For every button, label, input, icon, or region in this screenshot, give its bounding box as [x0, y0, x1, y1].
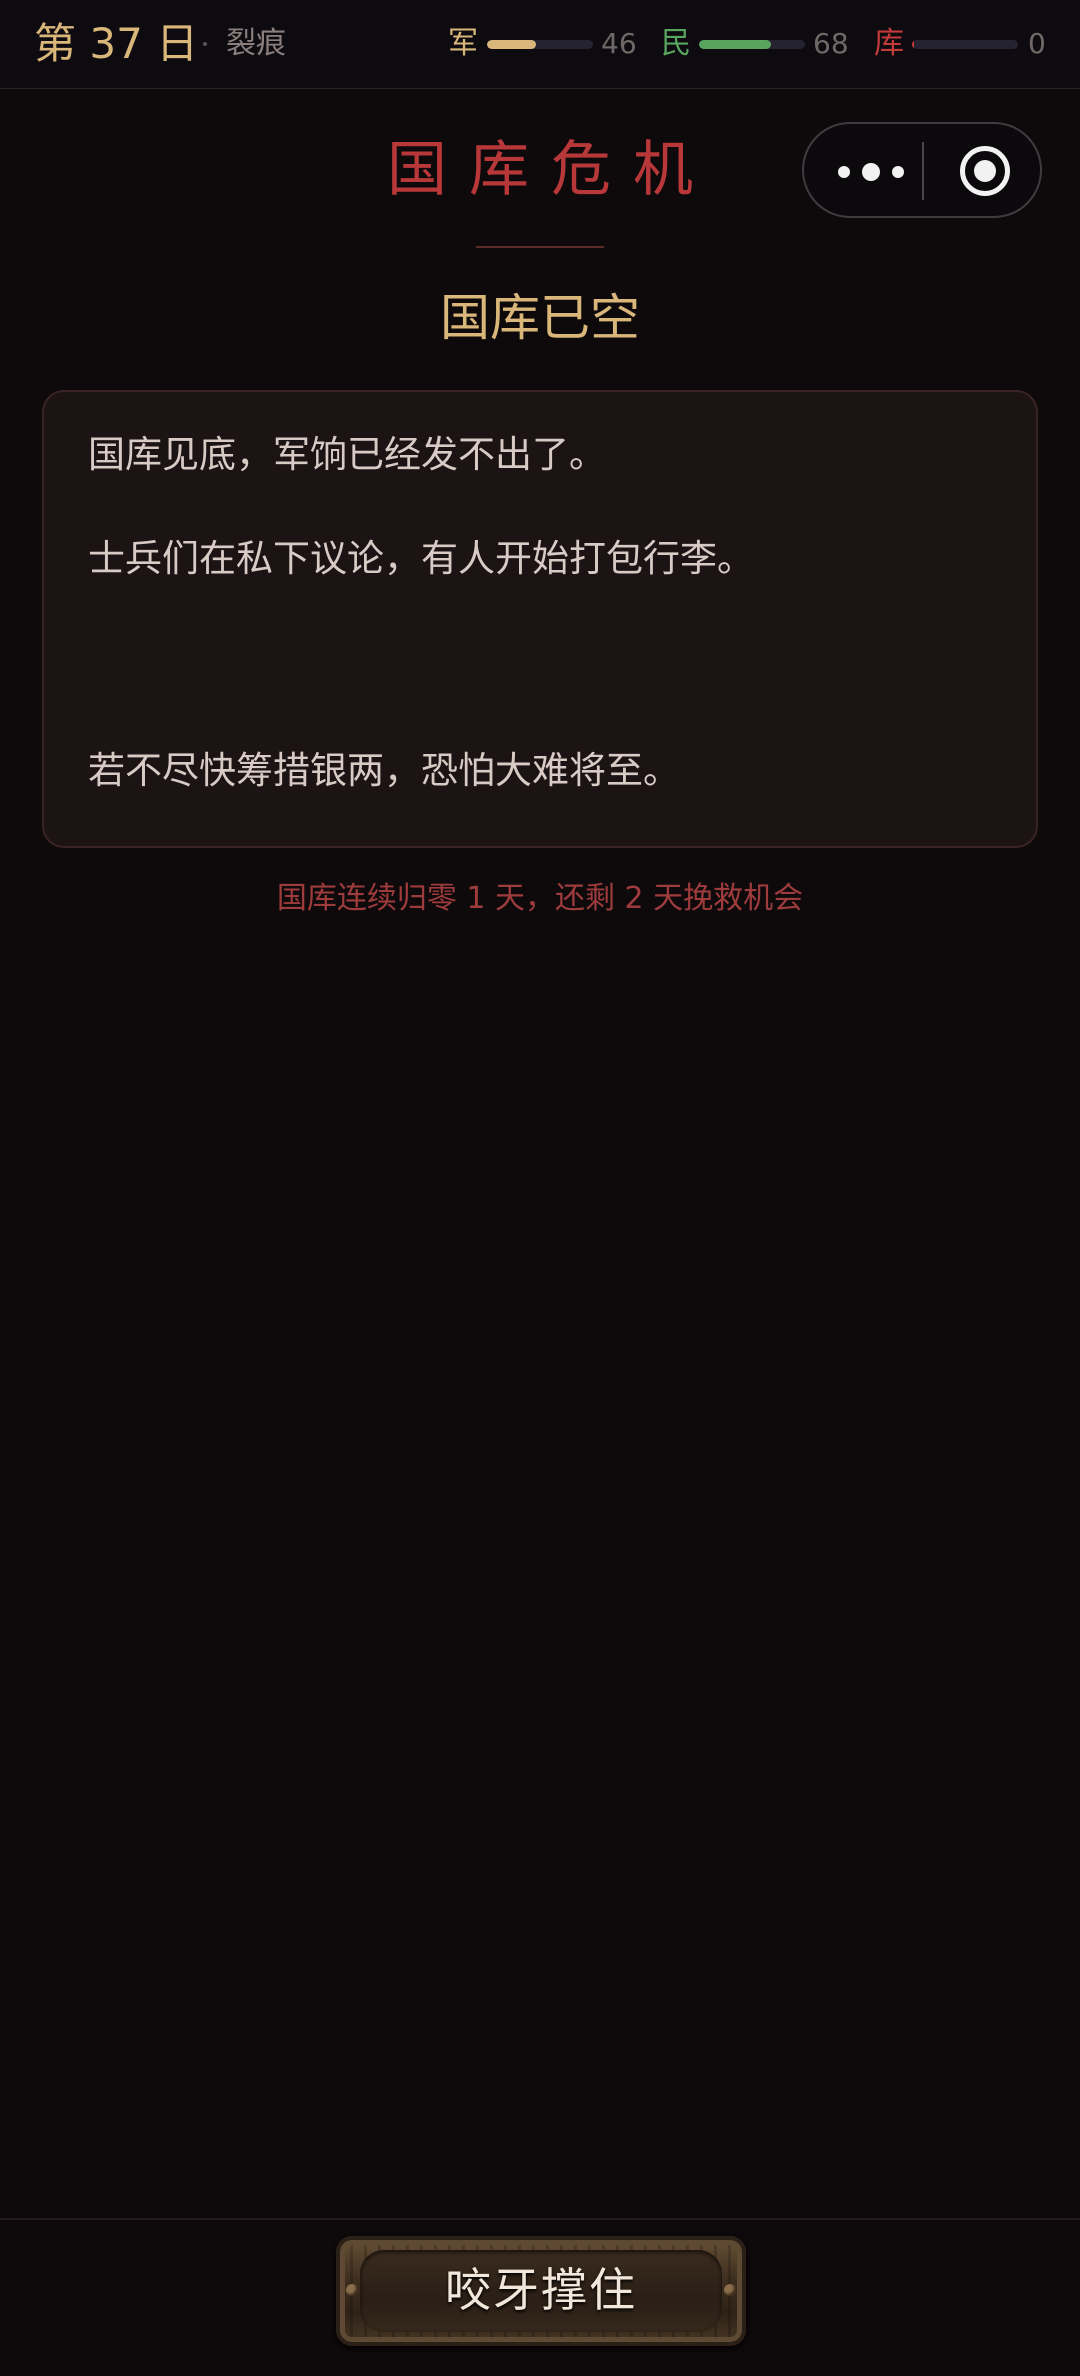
stat-army-bar [487, 40, 593, 49]
event-paragraph: 国库见底，军饷已经发不出了。 [88, 433, 606, 476]
event-paragraph: 若不尽快筹措银两，恐怕大难将至。 [88, 749, 680, 792]
endure-button[interactable]: 咬牙撑住 [336, 2236, 746, 2346]
stat-army-value: 46 [601, 27, 637, 60]
stat-treasury-value: 0 [1028, 27, 1046, 60]
stat-people-bar [699, 40, 805, 49]
stat-people-fill [699, 40, 772, 49]
event-subtitle: 国库已空 [440, 289, 640, 347]
phase-label: 裂痕 [226, 26, 286, 61]
stat-people-value: 68 [813, 27, 849, 60]
bottom-divider [0, 2218, 1080, 2220]
endure-button-label: 咬牙撑住 [445, 2263, 637, 2317]
more-icon[interactable] [838, 152, 904, 192]
capsule-divider [922, 142, 924, 200]
status-bar: 第 37 日 裂痕 军 46 民 68 库 0 [0, 0, 1080, 89]
mini-program-capsule [802, 122, 1042, 218]
stat-treasury-label: 库 [874, 26, 904, 61]
countdown-notice: 国库连续归零 1 天，还剩 2 天挽救机会 [276, 881, 804, 916]
title-divider [476, 246, 604, 248]
separator-dot [203, 42, 207, 46]
stat-treasury-fill [912, 40, 915, 49]
stat-people-label: 民 [661, 26, 691, 61]
stat-army-fill [487, 40, 536, 49]
day-counter: 第 37 日 [34, 19, 199, 68]
event-description-card: 国库见底，军饷已经发不出了。 士兵们在私下议论，有人开始打包行李。 若不尽快筹措… [42, 390, 1038, 848]
stat-army-label: 军 [448, 26, 478, 61]
event-paragraph: 士兵们在私下议论，有人开始打包行李。 [88, 537, 754, 580]
target-icon[interactable] [960, 146, 1010, 196]
stat-treasury-bar [912, 40, 1018, 49]
